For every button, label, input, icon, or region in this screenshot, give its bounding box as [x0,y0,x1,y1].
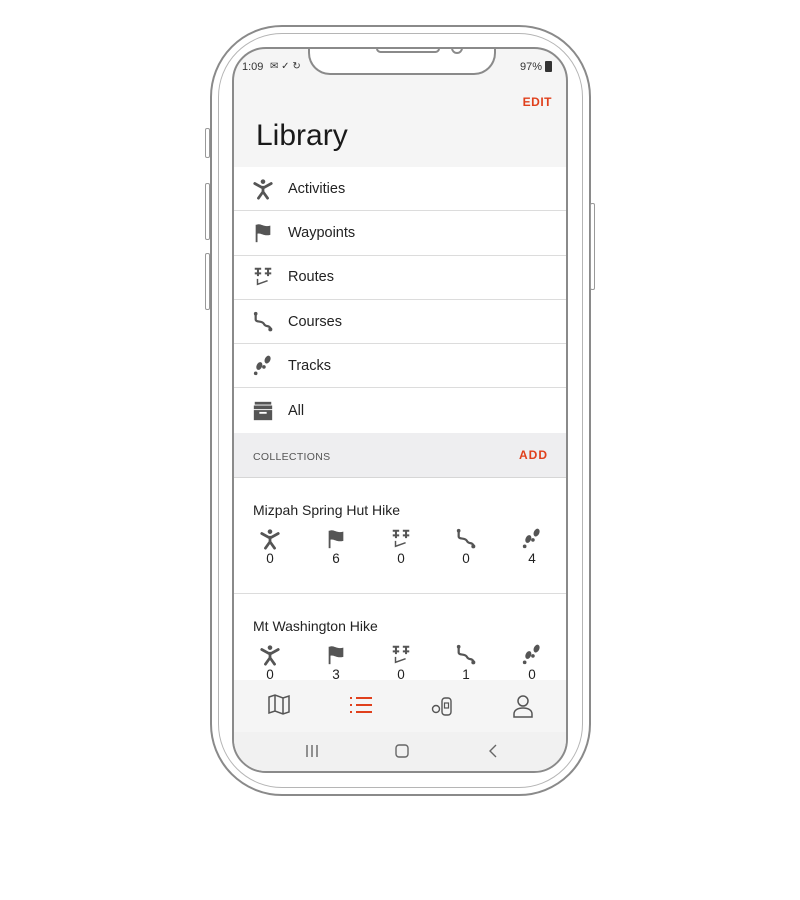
route-pins-icon [252,266,274,288]
back-icon [489,744,497,758]
item-label: Activities [288,180,346,197]
course-path-icon [455,644,477,666]
system-nav-bar [234,732,566,771]
collection-name: Mt Washington Hike [253,618,378,634]
camera [451,49,463,54]
item-label: Waypoints [288,224,356,241]
recent-apps-icon [306,745,318,757]
flag-icon [325,644,347,666]
library-item-all[interactable]: All [234,388,566,432]
item-label: Routes [288,269,334,286]
collections-label: COLLECTIONS [253,451,331,463]
speaker [376,49,440,53]
devices-icon [431,697,452,716]
collection-card[interactable]: Mizpah Spring Hut Hike 0 6 0 0 4 [234,478,566,594]
notch [308,49,496,75]
page-title: Library [256,119,348,152]
stat-routes: 0 [381,644,421,682]
stat-courses: 0 [446,528,486,566]
map-icon [268,694,290,715]
flag-icon [325,528,347,550]
add-collection-button[interactable]: ADD [519,448,548,462]
count: 6 [332,551,340,566]
profile-icon [513,695,533,718]
activity-person-icon [252,178,274,200]
battery-icon [545,61,552,72]
library-item-tracks[interactable]: Tracks [234,344,566,389]
volume-button [205,183,210,240]
footprints-icon [252,355,274,377]
item-label: Courses [288,313,342,330]
power-button [590,203,595,290]
stat-activities: 0 [250,644,290,682]
library-list-icon [350,697,372,713]
battery-level: 97% [519,61,542,73]
nav-library[interactable] [348,694,374,721]
back-button[interactable] [488,744,498,763]
library-item-courses[interactable]: Courses [234,300,566,345]
stat-tracks: 0 [512,644,552,682]
nav-profile[interactable] [512,694,534,723]
stat-activities: 0 [250,528,290,566]
stat-courses: 1 [446,644,486,682]
library-item-activities[interactable]: Activities [234,167,566,212]
course-path-icon [455,528,477,550]
footprints-icon [521,644,543,666]
notification-icons: ✉ ✓ ↻ [270,61,301,72]
count: 4 [528,551,536,566]
collection-name: Mizpah Spring Hut Hike [253,502,401,518]
activity-person-icon [259,644,281,666]
course-path-icon [252,311,274,333]
footprints-icon [521,528,543,550]
stat-waypoints: 6 [316,528,356,566]
nav-devices[interactable] [430,694,456,723]
bottom-nav [234,680,566,732]
volume-button [205,128,210,158]
route-pins-icon [390,644,412,666]
archive-box-icon [252,400,274,422]
bixby-button [205,253,210,310]
count: 0 [397,551,405,566]
item-label: Tracks [288,357,331,374]
nav-map[interactable] [267,694,291,721]
stat-tracks: 4 [512,528,552,566]
stat-waypoints: 3 [316,644,356,682]
collections-header: COLLECTIONS ADD [234,433,566,478]
recent-apps-button[interactable] [304,744,320,763]
home-button[interactable] [395,744,409,763]
edit-button[interactable]: EDIT [523,95,552,109]
route-pins-icon [390,528,412,550]
app-screen: 1:09 ✉ ✓ ↻ 97% EDIT Library Activities W… [232,47,568,773]
stat-routes: 0 [381,528,421,566]
flag-icon [252,222,274,244]
library-item-waypoints[interactable]: Waypoints [234,211,566,256]
library-list: Activities Waypoints Routes Courses Trac… [234,167,566,433]
count: 0 [266,551,274,566]
status-time: 1:09 [242,61,264,73]
item-label: All [288,402,305,419]
count: 0 [462,551,470,566]
home-icon [395,744,409,758]
activity-person-icon [259,528,281,550]
library-item-routes[interactable]: Routes [234,256,566,300]
